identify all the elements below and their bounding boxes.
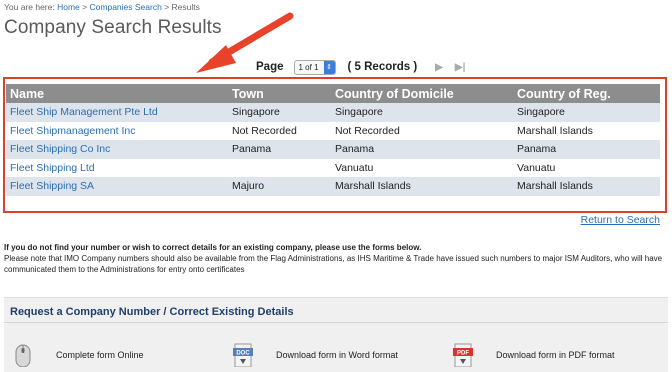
record-count: ( 5 Records ) (347, 61, 418, 73)
company-name-link[interactable]: Fleet Shipping Ltd (6, 158, 228, 177)
registration-cell: Marshall Islands (513, 121, 660, 140)
table-row: Fleet Ship Management Pte Ltd Singapore … (6, 103, 660, 122)
table-row: Fleet Shipping Co Inc Panama Panama Pana… (6, 140, 660, 159)
table-row: Fleet Shipping SA Majuro Marshall Island… (6, 177, 660, 196)
column-header-registration: Country of Reg. (513, 84, 660, 103)
doc-file-icon: DOC (233, 343, 253, 367)
request-panel-heading: Request a Company Number / Correct Exist… (10, 306, 294, 318)
town-cell: Not Recorded (228, 121, 331, 140)
download-word-label: Download form in Word format (276, 350, 398, 360)
table-header-row: Name Town Country of Domicile Country of… (6, 84, 660, 103)
mouse-icon (15, 344, 31, 367)
table-row: Fleet Shipping Ltd Vanuatu Vanuatu (6, 158, 660, 177)
select-arrows-icon: ⇕ (323, 60, 335, 74)
domicile-cell: Singapore (331, 103, 513, 122)
domicile-cell: Not Recorded (331, 121, 513, 140)
registration-cell: Vanuatu (513, 158, 660, 177)
breadcrumb-current: Results (171, 2, 200, 12)
column-header-name: Name (6, 84, 228, 103)
company-name-link[interactable]: Fleet Shipping Co Inc (6, 140, 228, 159)
company-name-link[interactable]: Fleet Ship Management Pte Ltd (6, 103, 228, 122)
registration-cell: Singapore (513, 103, 660, 122)
download-word-option[interactable]: DOC Download form in Word format (232, 343, 398, 367)
breadcrumb-home-link[interactable]: Home (57, 2, 80, 12)
notice-text: If you do not find your number or wish t… (4, 242, 664, 275)
pdf-file-icon: PDF (453, 343, 473, 367)
complete-online-option[interactable]: Complete form Online (12, 343, 144, 367)
next-page-icon[interactable]: ▶ (435, 62, 443, 73)
breadcrumb: You are here: Home > Companies Search > … (4, 2, 200, 12)
town-cell (228, 158, 331, 177)
registration-cell: Marshall Islands (513, 177, 660, 196)
last-page-icon[interactable]: ▶| (455, 62, 466, 73)
return-to-search-link[interactable]: Return to Search (581, 214, 660, 226)
download-pdf-label: Download form in PDF format (496, 350, 615, 360)
breadcrumb-separator: > (82, 2, 88, 12)
breadcrumb-prefix: You are here: (4, 2, 55, 12)
domicile-cell: Panama (331, 140, 513, 159)
town-cell: Panama (228, 140, 331, 159)
domicile-cell: Marshall Islands (331, 177, 513, 196)
notice-line-1: If you do not find your number or wish t… (4, 243, 422, 252)
page-label: Page (256, 61, 284, 73)
page-select[interactable]: 1 of 1 ⇕ (293, 59, 336, 75)
column-header-domicile: Country of Domicile (331, 84, 513, 103)
svg-text:PDF: PDF (457, 351, 469, 357)
breadcrumb-companies-search-link[interactable]: Companies Search (90, 2, 162, 12)
column-header-town: Town (228, 84, 331, 103)
table-row: Fleet Shipmanagement Inc Not Recorded No… (6, 121, 660, 140)
page-title: Company Search Results (4, 17, 222, 38)
results-table: Name Town Country of Domicile Country of… (6, 84, 660, 196)
town-cell: Majuro (228, 177, 331, 196)
company-name-link[interactable]: Fleet Shipmanagement Inc (6, 121, 228, 140)
page-select-value: 1 of 1 (298, 62, 319, 72)
town-cell: Singapore (228, 103, 331, 122)
notice-line-2: Please note that IMO Company numbers sho… (4, 254, 663, 274)
domicile-cell: Vanuatu (331, 158, 513, 177)
divider (4, 322, 668, 323)
breadcrumb-separator: > (164, 2, 170, 12)
download-pdf-option[interactable]: PDF Download form in PDF format (452, 343, 615, 367)
svg-text:DOC: DOC (236, 351, 250, 357)
pagination: Page 1 of 1 ⇕ ( 5 Records ) ▶ ▶| (256, 59, 465, 75)
company-name-link[interactable]: Fleet Shipping SA (6, 177, 228, 196)
complete-online-label: Complete form Online (56, 350, 144, 360)
registration-cell: Panama (513, 140, 660, 159)
